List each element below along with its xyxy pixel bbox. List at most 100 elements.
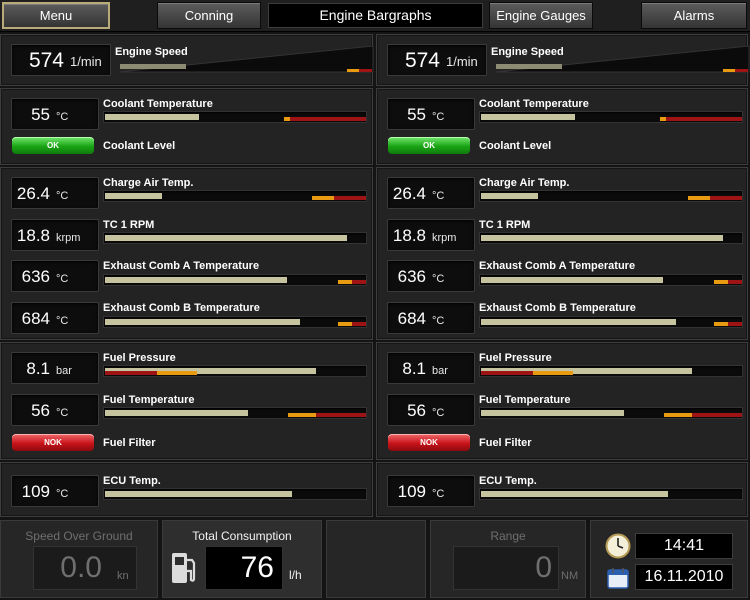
speed-over-ground-panel: Speed Over Ground 0.0 kn bbox=[0, 520, 158, 598]
tc-rpm-bargraph bbox=[479, 232, 743, 244]
coolant-temp-bar bbox=[105, 114, 199, 120]
fuel-panel-left: 8.1 bar Fuel Pressure 56 °C Fuel Tempera… bbox=[0, 342, 373, 460]
ecu-temp-bargraph bbox=[103, 488, 367, 500]
charge-air-display: 26.4 °C bbox=[387, 177, 475, 209]
air-exhaust-panel-left: 26.4 °C Charge Air Temp. 18.8 krpm TC 1 … bbox=[0, 167, 373, 340]
calendar-icon bbox=[607, 568, 629, 589]
conning-button[interactable]: Conning bbox=[157, 2, 261, 29]
tc-rpm-display: 18.8 krpm bbox=[11, 219, 99, 251]
exhaust-b-warn-zone bbox=[714, 322, 728, 326]
exhaust-b-unit: °C bbox=[432, 315, 445, 327]
engine-speed-unit: 1/min bbox=[70, 54, 102, 69]
tc-rpm-unit: krpm bbox=[432, 232, 457, 244]
exhaust-b-alarm-zone bbox=[728, 322, 742, 326]
fuel-pressure-value: 8.1 bbox=[26, 359, 50, 378]
exhaust-a-display: 636 °C bbox=[387, 260, 475, 292]
charge-air-label: Charge Air Temp. bbox=[103, 177, 194, 189]
charge-air-label: Charge Air Temp. bbox=[479, 177, 570, 189]
total-consumption-panel: Total Consumption 76 l/h bbox=[162, 520, 322, 598]
fuel-pressure-bargraph bbox=[479, 365, 743, 377]
fuel-pressure-warn-zone bbox=[533, 371, 573, 375]
exhaust-a-bar bbox=[105, 277, 287, 283]
fuel-temp-display: 56 °C bbox=[387, 394, 475, 426]
clock-panel: 14:41 16.11.2010 bbox=[590, 520, 748, 598]
coolant-panel-left: 55 °C Coolant Temperature OK Coolant Lev… bbox=[0, 88, 373, 165]
coolant-level-label: Coolant Level bbox=[103, 140, 176, 152]
coolant-temp-value: 55 bbox=[31, 105, 50, 124]
exhaust-a-value: 636 bbox=[397, 267, 426, 286]
coolant-temp-bargraph bbox=[479, 111, 743, 123]
engine-speed-warn-zone bbox=[723, 69, 735, 72]
exhaust-a-bar bbox=[481, 277, 663, 283]
alarms-button[interactable]: Alarms bbox=[641, 2, 747, 29]
engine-speed-bargraph bbox=[118, 45, 374, 73]
coolant-temp-bar bbox=[481, 114, 575, 120]
engine-speed-value: 574 bbox=[28, 49, 64, 72]
sog-label: Speed Over Ground bbox=[25, 529, 133, 543]
tc-rpm-label: TC 1 RPM bbox=[103, 219, 155, 231]
top-navigation-bar: Menu Conning Engine Bargraphs Engine Gau… bbox=[0, 0, 750, 32]
range-label: Range bbox=[490, 529, 526, 543]
charge-air-unit: °C bbox=[56, 190, 69, 202]
air-exhaust-panel-right: 26.4 °C Charge Air Temp. 18.8 krpm TC 1 … bbox=[376, 167, 748, 340]
charge-air-warn-zone bbox=[688, 196, 710, 200]
fuel-temp-display: 56 °C bbox=[11, 394, 99, 426]
consumption-display: 76 bbox=[205, 546, 283, 590]
fuel-temp-warn-zone bbox=[288, 413, 316, 417]
coolant-temp-value: 55 bbox=[407, 105, 426, 124]
coolant-temp-alarm-zone bbox=[666, 117, 742, 121]
exhaust-b-bargraph bbox=[479, 316, 743, 328]
fuel-pressure-display: 8.1 bar bbox=[11, 352, 99, 384]
page-title: Engine Bargraphs bbox=[268, 3, 483, 28]
fuel-pressure-unit: bar bbox=[56, 365, 72, 377]
ecu-temp-label: ECU Temp. bbox=[479, 475, 537, 487]
fuel-filter-indicator: NOK bbox=[12, 434, 94, 451]
calendar-header bbox=[608, 570, 628, 575]
exhaust-b-bar bbox=[481, 319, 676, 325]
ecu-temp-value: 109 bbox=[21, 482, 50, 501]
ecu-temp-value: 109 bbox=[397, 482, 426, 501]
exhaust-a-bargraph bbox=[479, 274, 743, 286]
exhaust-b-bargraph bbox=[103, 316, 367, 328]
coolant-temp-display: 55 °C bbox=[11, 98, 99, 130]
exhaust-a-alarm-zone bbox=[352, 280, 366, 284]
fuel-temp-alarm-zone bbox=[316, 413, 366, 417]
fuel-temp-label: Fuel Temperature bbox=[479, 394, 571, 406]
fuel-pressure-unit: bar bbox=[432, 365, 448, 377]
exhaust-a-value: 636 bbox=[21, 267, 50, 286]
range-value: 0 bbox=[535, 551, 552, 584]
exhaust-b-label: Exhaust Comb B Temperature bbox=[103, 302, 260, 314]
engine-gauges-button[interactable]: Engine Gauges bbox=[489, 2, 593, 29]
coolant-level-indicator: OK bbox=[388, 137, 470, 154]
fuel-pressure-label: Fuel Pressure bbox=[103, 352, 176, 364]
fuel-pressure-label: Fuel Pressure bbox=[479, 352, 552, 364]
charge-air-bargraph bbox=[479, 190, 743, 202]
fuel-temp-bar bbox=[105, 410, 248, 416]
coolant-temp-alarm-zone bbox=[290, 117, 366, 121]
coolant-level-label: Coolant Level bbox=[479, 140, 552, 152]
fuel-panel-right: 8.1 bar Fuel Pressure 56 °C Fuel Tempera… bbox=[376, 342, 748, 460]
time-display: 14:41 bbox=[635, 533, 733, 559]
engine-speed-display: 574 1/min bbox=[387, 44, 487, 76]
exhaust-b-bar bbox=[105, 319, 300, 325]
fuel-temp-value: 56 bbox=[31, 401, 50, 420]
exhaust-a-unit: °C bbox=[56, 273, 69, 285]
engine-speed-display: 574 1/min bbox=[11, 44, 111, 76]
coolant-temp-unit: °C bbox=[56, 111, 69, 123]
tc-rpm-bar bbox=[105, 235, 347, 241]
fuel-pump-icon bbox=[172, 553, 196, 583]
exhaust-b-display: 684 °C bbox=[387, 302, 475, 334]
sog-unit: kn bbox=[117, 570, 129, 582]
sog-value: 0.0 bbox=[60, 551, 102, 584]
fuel-temp-unit: °C bbox=[432, 407, 445, 419]
fuel-filter-label: Fuel Filter bbox=[103, 437, 156, 449]
fuel-temp-alarm-zone bbox=[692, 413, 742, 417]
consumption-unit: l/h bbox=[289, 568, 302, 582]
tc-rpm-value: 18.8 bbox=[392, 226, 426, 245]
tc-rpm-bargraph bbox=[103, 232, 367, 244]
coolant-level-indicator: OK bbox=[12, 137, 94, 154]
menu-button[interactable]: Menu bbox=[2, 2, 110, 29]
engine-speed-alarm-zone bbox=[359, 69, 372, 72]
ecu-temp-display: 109 °C bbox=[11, 475, 99, 507]
charge-air-unit: °C bbox=[432, 190, 445, 202]
